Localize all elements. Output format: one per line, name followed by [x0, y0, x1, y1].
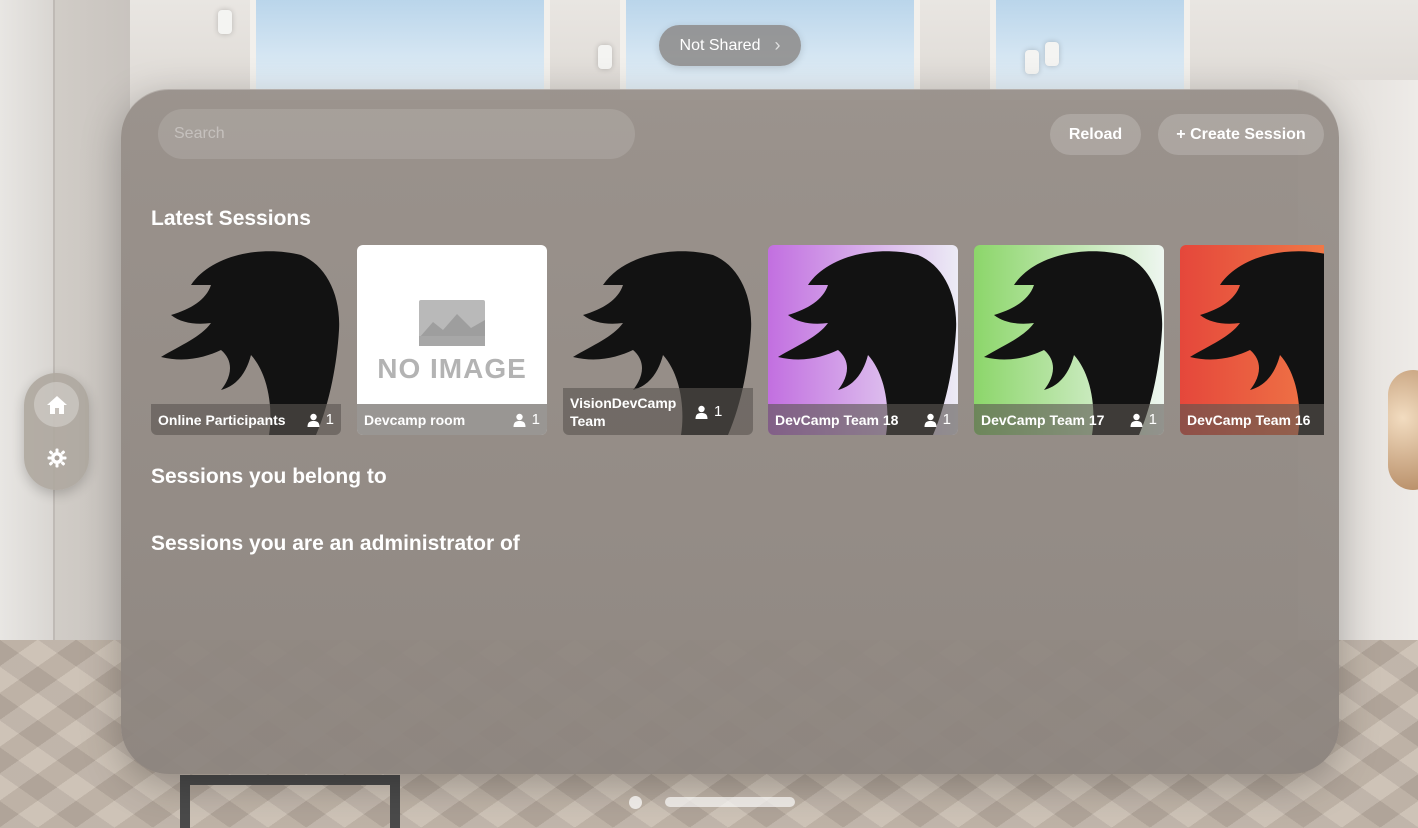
create-session-button[interactable]: + Create Session: [1158, 114, 1324, 155]
session-card[interactable]: VisionDevCamp Team 1: [563, 245, 753, 435]
settings-button[interactable]: [34, 435, 79, 480]
light-fixture: [598, 45, 612, 69]
person-icon: [1130, 413, 1143, 427]
participant-count: 1: [695, 403, 722, 420]
session-caption: DevCamp Team 17 1: [974, 404, 1164, 435]
session-card[interactable]: Online Participants 1: [151, 245, 341, 435]
share-status-button[interactable]: Not Shared ›: [659, 25, 801, 66]
session-caption: VisionDevCamp Team 1: [563, 388, 753, 435]
session-card[interactable]: DevCamp Team 17 1: [974, 245, 1164, 435]
participant-count: 1: [1130, 411, 1157, 428]
sessions-window: Reload + Create Session Latest Sessions …: [121, 89, 1339, 774]
light-fixture: [218, 10, 232, 34]
home-icon: [46, 395, 67, 414]
image-placeholder-icon: [419, 300, 485, 346]
participant-count: 1: [307, 411, 334, 428]
participant-count: 1: [513, 411, 540, 428]
participant-count-value: 1: [714, 403, 723, 420]
sessions-admin-heading: Sessions you are an administrator of: [151, 532, 520, 555]
sculpture: [1388, 370, 1418, 490]
session-name: Online Participants: [158, 411, 286, 428]
session-name: DevCamp Team 17: [981, 411, 1105, 428]
session-name: Devcamp room: [364, 411, 466, 428]
session-caption: Devcamp room 1: [357, 404, 547, 435]
session-card[interactable]: DevCamp Team 18 1: [768, 245, 958, 435]
no-image-text: NO IMAGE: [377, 353, 527, 384]
person-icon: [924, 413, 937, 427]
side-ornament: [24, 373, 89, 490]
session-caption: DevCamp Team 16: [1180, 404, 1324, 435]
session-name: DevCamp Team 18: [775, 411, 899, 428]
session-name: VisionDevCamp Team: [570, 394, 677, 429]
session-caption: DevCamp Team 18 1: [768, 404, 958, 435]
bench: [180, 775, 400, 828]
session-caption: Online Participants 1: [151, 404, 341, 435]
participant-count: 1: [924, 411, 951, 428]
session-card[interactable]: NO IMAGE Devcamp room 1: [357, 245, 547, 435]
participant-count-value: 1: [531, 411, 540, 428]
person-icon: [695, 405, 708, 419]
sessions-belong-heading: Sessions you belong to: [151, 465, 387, 488]
search-field[interactable]: [158, 109, 635, 159]
window-grabber-bar[interactable]: [665, 797, 795, 807]
skylight: [250, 0, 550, 100]
gear-icon: [47, 448, 66, 467]
session-card[interactable]: DevCamp Team 16: [1180, 245, 1324, 435]
light-fixture: [1025, 50, 1039, 74]
share-status-label: Not Shared: [679, 36, 761, 54]
light-fixture: [1045, 42, 1059, 66]
window-close-dot[interactable]: [629, 796, 642, 809]
participant-count-value: 1: [1148, 411, 1157, 428]
person-icon: [307, 413, 320, 427]
participant-count-value: 1: [942, 411, 951, 428]
latest-sessions-carousel[interactable]: Online Participants 1 NO IMAGE Devcamp r…: [151, 245, 1324, 436]
search-input[interactable]: [174, 125, 635, 143]
skylight: [990, 0, 1190, 100]
session-name: DevCamp Team 16: [1187, 411, 1311, 428]
home-button[interactable]: [34, 382, 79, 427]
chevron-right-icon: ›: [774, 35, 781, 55]
reload-button[interactable]: Reload: [1050, 114, 1141, 155]
person-icon: [513, 413, 526, 427]
latest-sessions-heading: Latest Sessions: [151, 207, 311, 230]
participant-count-value: 1: [325, 411, 334, 428]
